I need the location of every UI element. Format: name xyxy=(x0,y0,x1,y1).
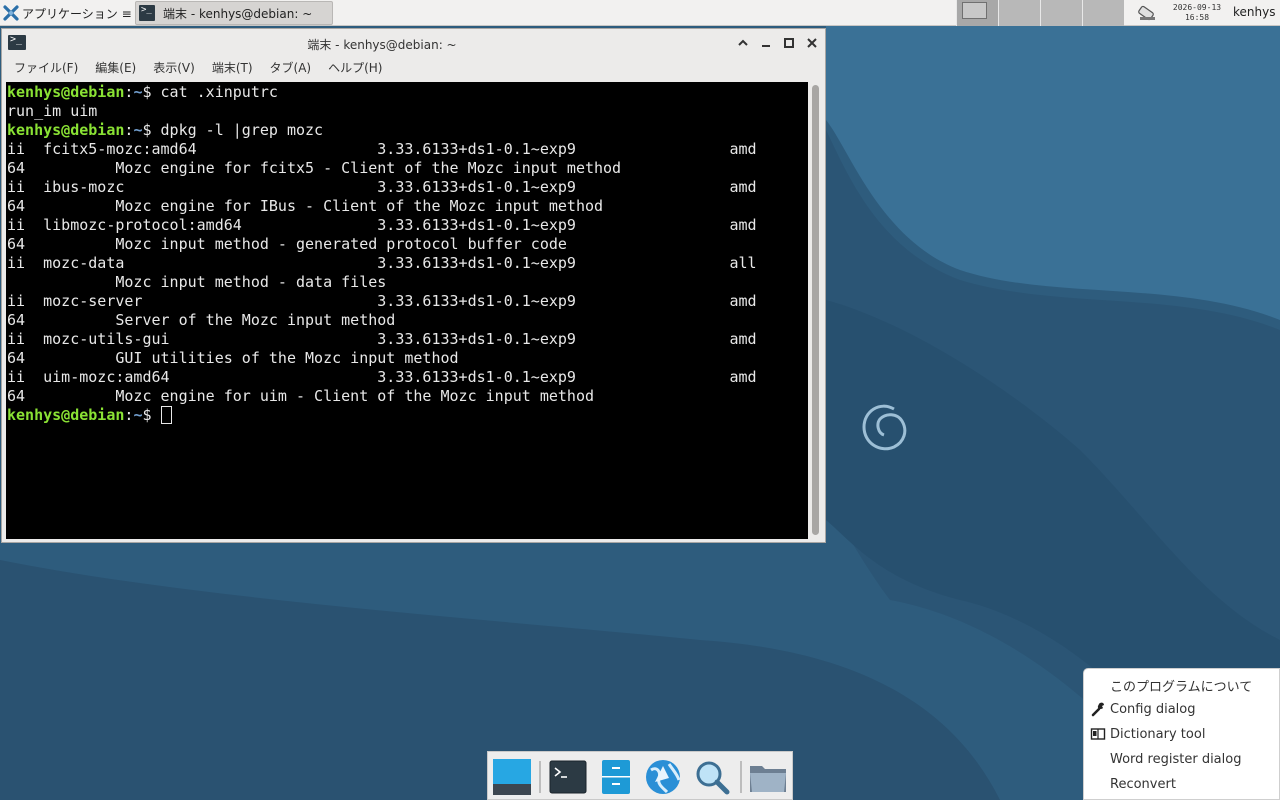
xfce-logo-icon xyxy=(3,5,19,21)
terminal-output-line: run_im uim xyxy=(7,102,98,120)
prompt-user: kenhys@debian xyxy=(7,406,125,424)
command-text: cat .xinputrc xyxy=(151,83,278,101)
file-manager-icon[interactable] xyxy=(596,758,636,796)
menu-item-word-register-dialog[interactable]: Word register dialog xyxy=(1084,747,1279,771)
menu-item-label: Config dialog xyxy=(1110,701,1196,717)
command-text: dpkg -l |grep mozc xyxy=(151,121,324,139)
uim-context-menu: このプログラムについて Config dialog Dictionary too… xyxy=(1083,668,1280,800)
app-finder-icon[interactable] xyxy=(692,758,732,796)
terminal-output-line: ii mozc-data 3.33.6133+ds1-0.1~exp9 all xyxy=(7,254,757,272)
terminal-icon[interactable] xyxy=(548,758,588,796)
dictionary-icon xyxy=(1090,728,1106,740)
menu-item-label: Reconvert xyxy=(1110,776,1176,792)
terminal-menubar: ファイル(F) 編集(E) 表示(V) 端末(T) タブ(A) ヘルプ(H) xyxy=(2,59,399,79)
workspace-4[interactable] xyxy=(1082,0,1124,26)
menu-edit[interactable]: 編集(E) xyxy=(95,59,136,79)
terminal-output-line: 64 Mozc engine for IBus - Client of the … xyxy=(7,197,604,215)
taskbar-item-terminal[interactable]: 端末 - kenhys@debian: ~ xyxy=(135,1,333,25)
menu-item-label: このプログラムについて xyxy=(1110,679,1253,695)
close-icon xyxy=(807,38,817,48)
top-panel: アプリケーション ≡ 端末 - kenhys@debian: ~ 2026-09… xyxy=(0,0,1280,26)
input-method-tray-icon[interactable] xyxy=(1137,4,1157,22)
shade-button[interactable] xyxy=(735,35,751,51)
menu-item-about[interactable]: このプログラムについて xyxy=(1084,673,1279,697)
terminal-output-line: 64 Mozc engine for uim - Client of the M… xyxy=(7,387,594,405)
bottom-dock xyxy=(487,751,793,800)
terminal-output-line: ii mozc-server 3.33.6133+ds1-0.1~exp9 am… xyxy=(7,292,757,310)
folder-icon[interactable] xyxy=(748,758,788,796)
prompt-user: kenhys@debian xyxy=(7,121,125,139)
clock-time: 16:58 xyxy=(1184,13,1210,22)
terminal-output-line: ii uim-mozc:amd64 3.33.6133+ds1-0.1~exp9… xyxy=(7,368,757,386)
terminal-output[interactable]: kenhys@debian:~$ cat .xinputrc run_im uim… xyxy=(6,82,808,539)
minimize-button[interactable] xyxy=(758,35,774,51)
menu-item-label: Word register dialog xyxy=(1110,751,1242,767)
prompt-user: kenhys@debian xyxy=(7,83,125,101)
wrench-icon xyxy=(1091,702,1104,717)
menu-terminal[interactable]: 端末(T) xyxy=(212,59,253,79)
close-button[interactable] xyxy=(804,35,820,51)
menu-help[interactable]: ヘルプ(H) xyxy=(328,59,382,79)
workspace-switcher[interactable] xyxy=(956,0,1124,26)
clock-date: 2026-09-13 xyxy=(1172,3,1222,12)
terminal-output-line: 64 GUI utilities of the Mozc input metho… xyxy=(7,349,459,367)
show-desktop-icon[interactable] xyxy=(492,758,532,796)
terminal-output-line: ii fcitx5-mozc:amd64 3.33.6133+ds1-0.1~e… xyxy=(7,140,757,158)
terminal-prompt-line: kenhys@debian:~$ cat .xinputrc xyxy=(7,83,278,101)
terminal-icon xyxy=(139,5,155,21)
menu-view[interactable]: 表示(V) xyxy=(153,59,195,79)
terminal-scrollbar[interactable] xyxy=(810,82,822,539)
window-titlebar[interactable]: 端末 - kenhys@debian: ~ xyxy=(2,29,825,57)
menu-item-config-dialog[interactable]: Config dialog xyxy=(1084,697,1279,721)
maximize-icon xyxy=(784,38,794,48)
window-title: 端末 - kenhys@debian: ~ xyxy=(307,38,457,52)
command-text xyxy=(152,406,161,424)
maximize-button[interactable] xyxy=(781,35,797,51)
minimize-icon xyxy=(762,45,770,47)
menu-item-dictionary-tool[interactable]: Dictionary tool xyxy=(1084,722,1279,746)
menu-file[interactable]: ファイル(F) xyxy=(14,59,78,79)
workspace-1[interactable] xyxy=(956,0,998,26)
terminal-prompt-line: kenhys@debian:~$ dpkg -l |grep mozc xyxy=(7,121,324,139)
applications-menu-label: アプリケーション ≡ xyxy=(22,6,132,21)
chevron-up-icon xyxy=(738,39,748,46)
applications-menu-button[interactable]: アプリケーション ≡ xyxy=(0,0,133,26)
terminal-output-line: 64 Server of the Mozc input method xyxy=(7,311,396,329)
menu-item-label: Dictionary tool xyxy=(1110,726,1206,742)
terminal-output-line: 64 Mozc engine for fcitx5 - Client of th… xyxy=(7,159,622,177)
scrollbar-thumb[interactable] xyxy=(812,85,819,535)
terminal-prompt-line: kenhys@debian:~$ xyxy=(7,406,808,425)
terminal-output-line: 64 Mozc input method - generated protoco… xyxy=(7,235,567,253)
web-browser-icon[interactable] xyxy=(643,758,683,796)
terminal-output-line: ii ibus-mozc 3.33.6133+ds1-0.1~exp9 amd xyxy=(7,178,757,196)
terminal-window: 端末 - kenhys@debian: ~ ファイル(F) 編集(E) 表示(V… xyxy=(1,28,826,543)
workspace-3[interactable] xyxy=(1040,0,1082,26)
text-cursor xyxy=(160,406,172,424)
menu-item-reconvert[interactable]: Reconvert xyxy=(1084,772,1279,796)
panel-clock[interactable]: 2026-09-13 16:58 xyxy=(1166,3,1228,23)
user-menu[interactable]: kenhys xyxy=(1233,5,1275,19)
terminal-output-line: ii mozc-utils-gui 3.33.6133+ds1-0.1~exp9… xyxy=(7,330,757,348)
workspace-2[interactable] xyxy=(998,0,1040,26)
terminal-output-line: ii libmozc-protocol:amd64 3.33.6133+ds1-… xyxy=(7,216,757,234)
terminal-output-line: Mozc input method - data files xyxy=(7,273,387,291)
menu-tabs[interactable]: タブ(A) xyxy=(270,59,312,79)
taskbar-item-label: 端末 - kenhys@debian: ~ xyxy=(163,6,313,21)
